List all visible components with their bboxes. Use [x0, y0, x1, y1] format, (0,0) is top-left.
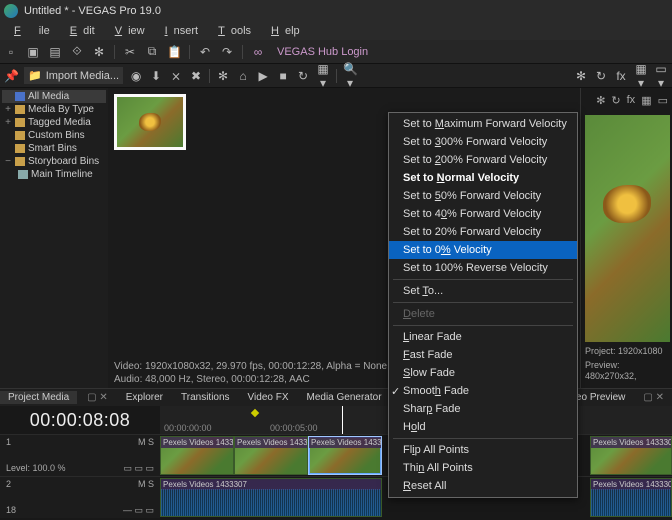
tab-video-fx[interactable]: Video FX: [240, 391, 297, 404]
sidebar-item-smart-bins[interactable]: Smart Bins: [2, 142, 106, 155]
menu-thin-all[interactable]: Thin All Points: [389, 459, 577, 477]
play-icon[interactable]: ▶: [256, 69, 270, 83]
views-icon[interactable]: ▦ ▾: [316, 62, 330, 90]
sidebar-item-storyboard-bins[interactable]: −Storyboard Bins: [2, 155, 106, 168]
cut-icon[interactable]: ✂: [123, 45, 137, 59]
capture-icon[interactable]: ◉: [129, 69, 143, 83]
stop-icon[interactable]: ■: [276, 69, 290, 83]
main-toolbar: ▫ ▣ ▤ ⟐ ✻ ✂ ⧉ 📋 ↶ ↷ ∞ VEGAS Hub Login: [0, 40, 672, 64]
hub-login-link[interactable]: VEGAS Hub Login: [277, 46, 368, 58]
search-icon[interactable]: 🔍 ▾: [343, 62, 357, 90]
video-clip[interactable]: Pexels Videos 1433307: [160, 436, 234, 475]
menu-200-forward[interactable]: Set to 200% Forward Velocity: [389, 151, 577, 169]
menu-slow-fade[interactable]: Slow Fade: [389, 364, 577, 382]
home-icon[interactable]: ⌂: [236, 69, 250, 83]
timecode-display[interactable]: 00:00:08:08: [30, 410, 131, 431]
audio-track-header[interactable]: 2M S 18 — ▭ ▭: [0, 477, 160, 518]
pin-icon[interactable]: 📌: [4, 69, 18, 83]
new-icon[interactable]: ▫: [4, 45, 18, 59]
sidebar-item-main-timeline[interactable]: Main Timeline: [2, 168, 106, 181]
media-toolbar: 📌 📁 Import Media... ◉ ⬇ ⨯ ✖ ✻ ⌂ ▶ ■ ↻ ▦ …: [0, 64, 672, 88]
menu-flip-all[interactable]: Flip All Points: [389, 441, 577, 459]
video-track-header[interactable]: 1M S Level: 100.0 % ▭ ▭ ▭: [0, 435, 160, 476]
settings-icon[interactable]: ✻: [574, 69, 588, 83]
preview-sync-icon[interactable]: ↻: [611, 94, 620, 107]
menu-0-velocity[interactable]: Set to 0% Velocity: [389, 241, 577, 259]
sync-icon[interactable]: ↻: [594, 69, 608, 83]
menu-tools[interactable]: Tools: [206, 24, 257, 38]
menu-file[interactable]: File: [2, 24, 56, 38]
audio-clip[interactable]: Pexels Videos 1433307: [160, 478, 382, 517]
title-bar: Untitled * - VEGAS Pro 19.0: [0, 0, 672, 22]
copy-icon[interactable]: ⧉: [145, 44, 159, 59]
menu-50-forward[interactable]: Set to 50% Forward Velocity: [389, 187, 577, 205]
hub-icon[interactable]: ∞: [251, 45, 265, 59]
menu-max-forward[interactable]: Set to Maximum Forward Velocity: [389, 115, 577, 133]
paste-icon[interactable]: 📋: [167, 45, 181, 59]
delete-icon[interactable]: ✖: [189, 69, 203, 83]
video-clip-selected[interactable]: Pexels Videos 1433307: [308, 436, 382, 475]
menu-300-forward[interactable]: Set to 300% Forward Velocity: [389, 133, 577, 151]
preview-fx-icon[interactable]: fx: [627, 94, 636, 107]
quality-icon[interactable]: ▦ ▾: [634, 62, 648, 90]
remove-icon[interactable]: ⨯: [169, 69, 183, 83]
app-logo-icon: [4, 4, 18, 18]
tab-media-generator[interactable]: Media Generator: [299, 391, 390, 404]
preview-settings-icon[interactable]: ✻: [596, 94, 605, 107]
menu-100-reverse[interactable]: Set to 100% Reverse Velocity: [389, 259, 577, 277]
audio-clip[interactable]: Pexels Videos 1433307: [590, 478, 672, 517]
menu-20-forward[interactable]: Set to 20% Forward Velocity: [389, 223, 577, 241]
media-thumbnail[interactable]: [114, 94, 186, 150]
preview-quality-icon[interactable]: ▦: [641, 94, 651, 107]
tab-explorer[interactable]: Explorer: [118, 391, 171, 404]
autoprev-icon[interactable]: ↻: [296, 69, 310, 83]
menu-edit[interactable]: Edit: [58, 24, 101, 38]
sidebar-item-custom-bins[interactable]: Custom Bins: [2, 129, 106, 142]
menu-fast-fade[interactable]: Fast Fade: [389, 346, 577, 364]
preview-overlay-icon[interactable]: ▭: [658, 94, 668, 107]
undo-icon[interactable]: ↶: [198, 45, 212, 59]
thumbnail-image: [117, 97, 183, 147]
preview-project-info: Project: 1920x1080: [583, 344, 670, 359]
render-icon[interactable]: ⟐: [70, 44, 84, 59]
properties-icon[interactable]: ✻: [92, 45, 106, 59]
fx2-icon[interactable]: fx: [614, 69, 628, 83]
menu-40-forward[interactable]: Set to 40% Forward Velocity: [389, 205, 577, 223]
menu-sharp-fade[interactable]: Sharp Fade: [389, 400, 577, 418]
get-media-icon[interactable]: ⬇: [149, 69, 163, 83]
video-preview-panel: ✻ ↻ fx ▦ ▭ Project: 1920x1080 Preview: 4…: [580, 88, 672, 388]
open-icon[interactable]: ▣: [26, 45, 40, 59]
tab-project-media[interactable]: Project Media: [0, 391, 77, 404]
menu-normal-velocity[interactable]: Set to Normal Velocity: [389, 169, 577, 187]
window-title: Untitled * - VEGAS Pro 19.0: [24, 5, 161, 17]
media-sidebar: All Media +Media By Type +Tagged Media C…: [0, 88, 108, 388]
tab-transitions[interactable]: Transitions: [173, 391, 238, 404]
sidebar-item-tagged-media[interactable]: +Tagged Media: [2, 116, 106, 129]
folder-icon: 📁: [28, 69, 42, 82]
menu-hold[interactable]: Hold: [389, 418, 577, 436]
video-clip[interactable]: Pexels Videos 1433307: [234, 436, 308, 475]
import-media-button[interactable]: 📁 Import Media...: [24, 67, 123, 84]
preview-image: [585, 115, 670, 342]
menu-reset-all[interactable]: Reset All: [389, 477, 577, 495]
sidebar-item-all-media[interactable]: All Media: [2, 90, 106, 103]
menu-delete: Delete: [389, 305, 577, 323]
video-clip[interactable]: Pexels Videos 1433307: [590, 436, 672, 475]
menu-set-to[interactable]: Set To...: [389, 282, 577, 300]
fx-icon[interactable]: ✻: [216, 69, 230, 83]
menu-bar: File Edit View Insert Tools Help: [0, 22, 672, 40]
menu-help[interactable]: Help: [259, 24, 306, 38]
menu-linear-fade[interactable]: Linear Fade: [389, 328, 577, 346]
menu-view[interactable]: View: [103, 24, 151, 38]
overlay-icon[interactable]: ▭ ▾: [654, 62, 668, 90]
menu-smooth-fade[interactable]: ✓Smooth Fade: [389, 382, 577, 400]
save-icon[interactable]: ▤: [48, 45, 62, 59]
preview-preview-info: Preview: 480x270x32,: [583, 358, 670, 384]
menu-insert[interactable]: Insert: [153, 24, 205, 38]
sidebar-item-media-by-type[interactable]: +Media By Type: [2, 103, 106, 116]
track-level-label: Level: 100.0 %: [6, 463, 66, 473]
redo-icon[interactable]: ↷: [220, 45, 234, 59]
velocity-context-menu: Set to Maximum Forward Velocity Set to 3…: [388, 112, 578, 498]
